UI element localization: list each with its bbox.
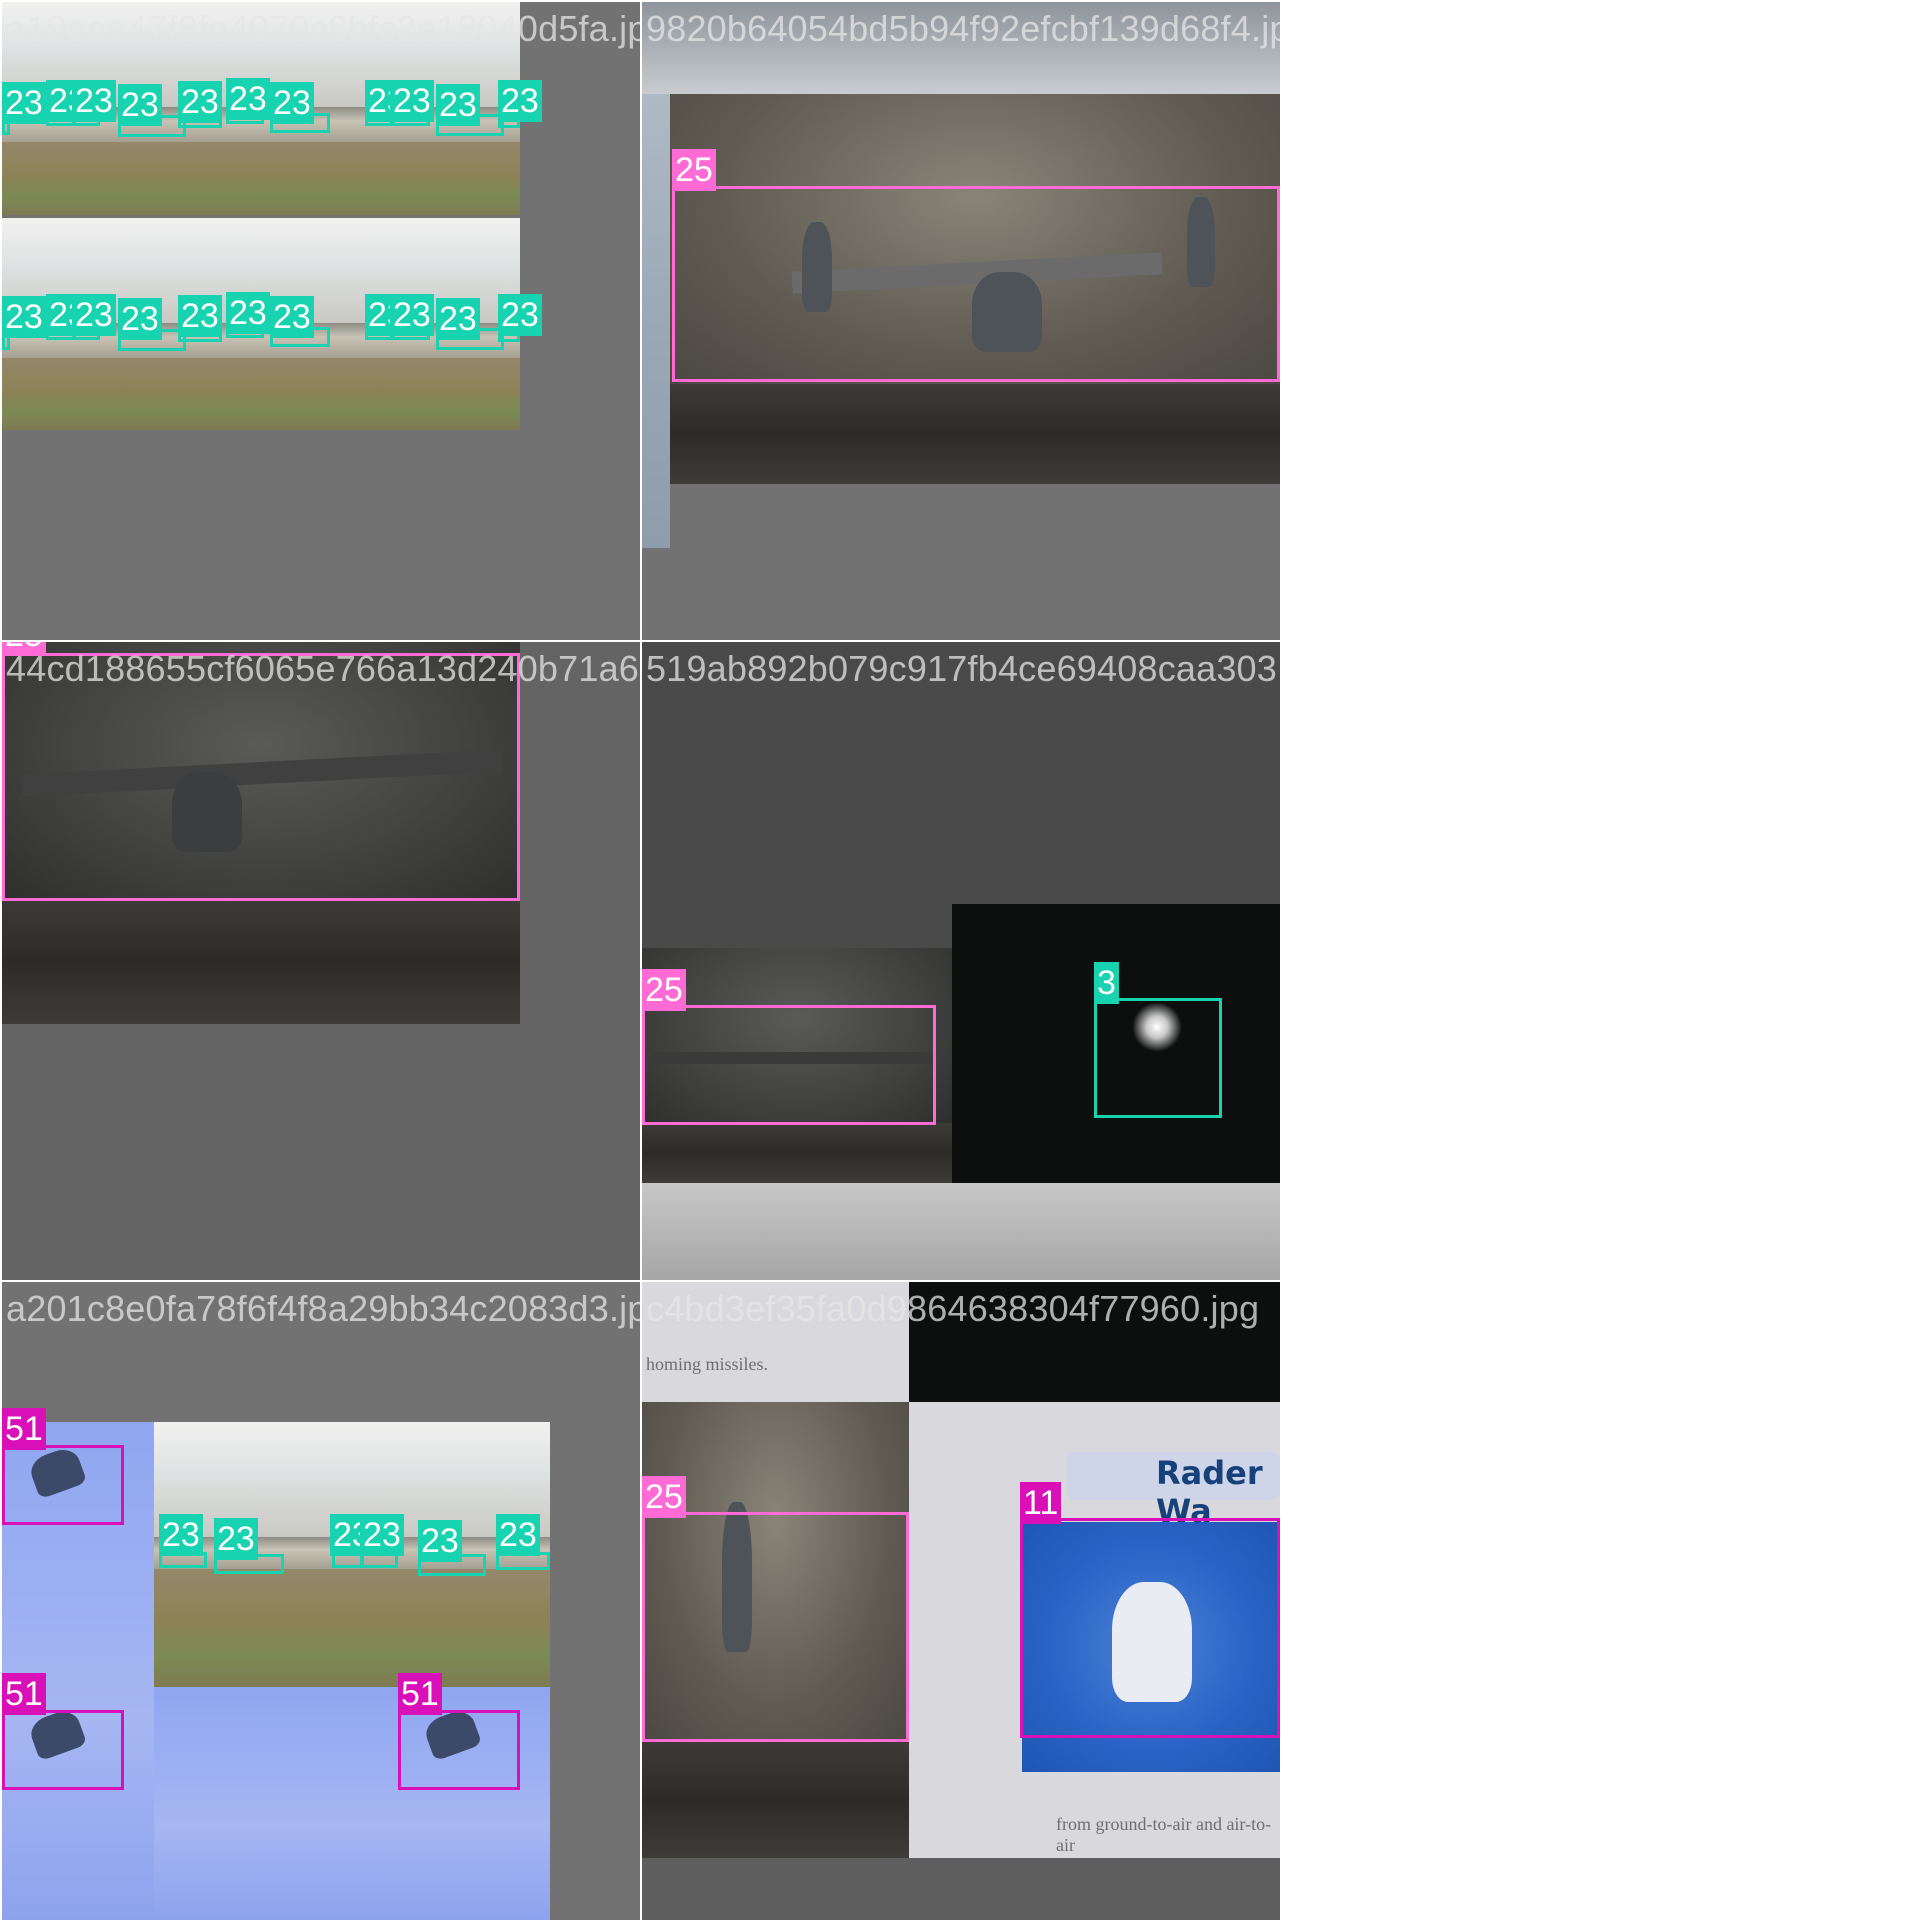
- tile-title: a19aaa47f8fe4070c8bfc2e18940d5fa.jpg: [6, 8, 640, 49]
- detection-label: 23: [418, 1520, 462, 1562]
- detection-label: 23: [72, 294, 116, 336]
- tile-1: 25 9820b64054bd5b94f92efcbf139d68f4.jpg: [642, 2, 1280, 640]
- detection-label: 23: [390, 80, 434, 122]
- detection-box: [1094, 998, 1222, 1118]
- brochure-caption: homing missiles.: [646, 1354, 769, 1374]
- detection-label: 23: [360, 1514, 404, 1556]
- detection-label: 23: [390, 294, 434, 336]
- detection-box: [2, 1710, 124, 1790]
- detection-label: 11: [1020, 1482, 1062, 1524]
- grass-field: [2, 358, 520, 430]
- detection-label: 23: [436, 84, 480, 126]
- detection-label: 23: [178, 295, 222, 337]
- detection-label: 23: [159, 1514, 203, 1556]
- detection-label: 23: [270, 82, 314, 124]
- tile-title: a201c8e0fa78f6f4f8a29bb34c2083d3.jpg: [6, 1288, 640, 1329]
- grass-field: [154, 1569, 550, 1687]
- detection-label: 25: [642, 1476, 686, 1518]
- detection-box: [1020, 1518, 1280, 1738]
- detection-label: 23: [270, 296, 314, 338]
- brochure-caption: from ground-to-air and air-to-air: [1056, 1814, 1272, 1855]
- detection-box: [642, 1512, 909, 1742]
- tile-4: 51 51 51 23 23 23 23 23 23 a201c8e0fa78f…: [2, 1282, 640, 1920]
- tile-5: homing missiles. Rader Wa from ground-to…: [642, 1282, 1280, 1920]
- detection-box: [2, 1445, 124, 1525]
- detection-box: [2, 653, 520, 901]
- detection-label: 23: [2, 82, 46, 124]
- tile-2: 25 44cd188655cf6065e766a13d240b71a6.jpg: [2, 642, 640, 1280]
- tile-title: 519ab892b079c917fb4ce69408caa303.jpg: [646, 648, 1280, 689]
- detection-label: 25: [672, 149, 716, 191]
- detection-label: 23: [496, 1514, 540, 1556]
- tile-title: 9820b64054bd5b94f92efcbf139d68f4.jpg: [646, 8, 1280, 49]
- detection-label: 23: [178, 81, 222, 123]
- detection-label: 23: [118, 298, 162, 340]
- dark-ground: [642, 1742, 909, 1858]
- detection-label: 23: [498, 80, 542, 122]
- detection-box: [642, 1005, 936, 1125]
- detection-label: 23: [436, 298, 480, 340]
- detection-label: 3: [1094, 962, 1119, 1004]
- dark-ground: [670, 384, 1280, 484]
- detection-label: 23: [498, 294, 542, 336]
- tile-0: 23 23 23 23 23 23 23 23 23 23 23 23 23 2…: [2, 2, 640, 640]
- dark-ground: [2, 898, 520, 1024]
- tile-3: 25 3 519ab892b079c917fb4ce69408caa303.jp…: [642, 642, 1280, 1280]
- detection-box: [398, 1710, 520, 1790]
- mosaic-grid: 23 23 23 23 23 23 23 23 23 23 23 23 23 2…: [0, 0, 1920, 1920]
- detection-label: 23: [72, 80, 116, 122]
- haze-region: [642, 1183, 1280, 1280]
- detection-label: 23: [118, 84, 162, 126]
- detection-label: 23: [226, 78, 270, 120]
- detection-label: 23: [2, 296, 46, 338]
- detection-label: 25: [642, 969, 686, 1011]
- detection-label: 51: [398, 1673, 442, 1715]
- grass-field: [2, 142, 520, 215]
- detection-label: 23: [226, 292, 270, 334]
- detection-label: 51: [2, 1408, 46, 1450]
- dark-ground: [642, 1123, 952, 1183]
- detection-label: 51: [2, 1673, 46, 1715]
- detection-box: [672, 186, 1280, 382]
- tile-title: 44cd188655cf6065e766a13d240b71a6.jpg: [6, 648, 640, 689]
- detection-label: 23: [214, 1518, 258, 1560]
- tile-title: c4bd3ef35fa0d9864638304f77960.jpg: [646, 1288, 1260, 1329]
